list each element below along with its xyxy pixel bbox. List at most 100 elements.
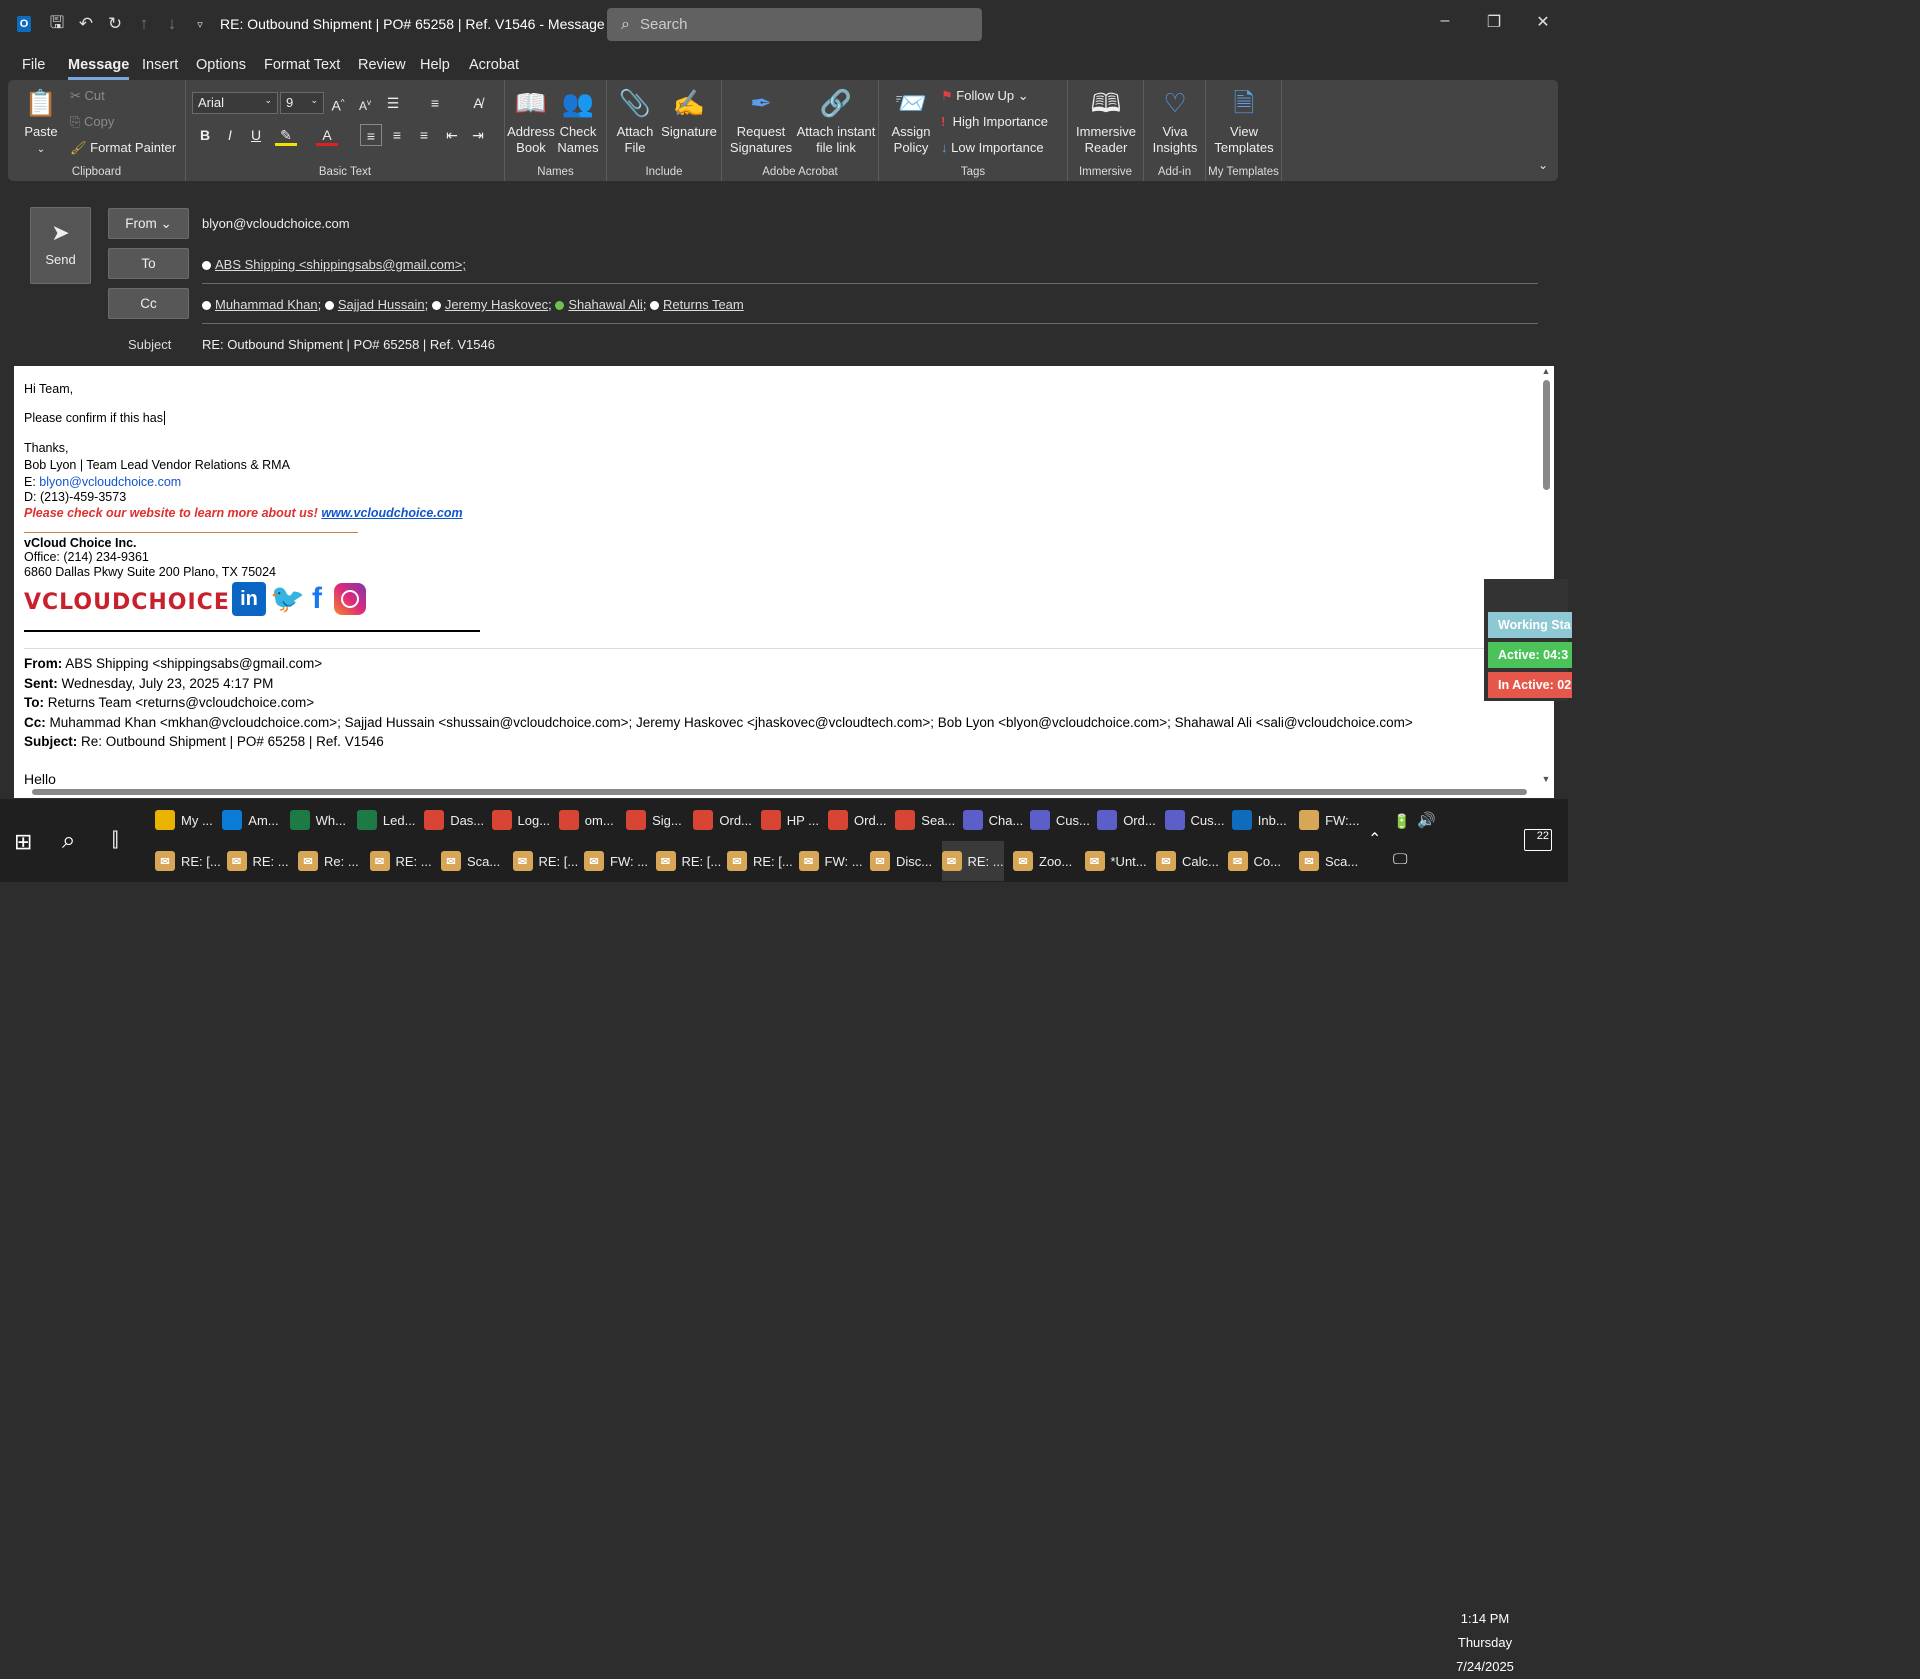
restore-button[interactable]: ❐	[1479, 12, 1509, 36]
signature-email-link[interactable]: blyon@vcloudchoice.com	[39, 475, 181, 489]
paste-button[interactable]: 📋 Paste ⌄	[18, 86, 64, 158]
website-link[interactable]: www.vcloudchoice.com	[321, 506, 462, 520]
numbering-icon[interactable]: ≡	[424, 92, 446, 114]
cc-button[interactable]: Cc	[108, 288, 189, 319]
taskbar-window-button[interactable]: ✉ RE: [...	[512, 841, 578, 881]
increase-indent-icon[interactable]: ⇥	[467, 124, 489, 146]
tab-insert[interactable]: Insert	[142, 57, 178, 73]
taskbar-window-button[interactable]: ✉ Sca...	[1299, 841, 1358, 881]
taskbar-window-button[interactable]: ✉ Sca...	[441, 841, 500, 881]
subject-input[interactable]: RE: Outbound Shipment | PO# 65258 | Ref.…	[202, 337, 495, 352]
taskbar-window-button[interactable]: ✉ *Unt...	[1084, 841, 1147, 881]
taskbar-window-button[interactable]: ✉ Re: ...	[298, 841, 359, 881]
battery-icon[interactable]: 🔋	[1393, 813, 1410, 830]
taskbar-app-button[interactable]: My ...	[155, 800, 213, 840]
save-icon[interactable]: 🖫	[45, 12, 69, 36]
horizontal-scrollbar[interactable]	[14, 786, 1554, 798]
taskbar-window-button[interactable]: ✉ Calc...	[1156, 841, 1219, 881]
minimize-button[interactable]: –	[1430, 12, 1460, 36]
close-button[interactable]: ✕	[1528, 12, 1558, 36]
address-book-button[interactable]: 📖 Address Book	[507, 86, 555, 156]
taskbar-app-button[interactable]: Inb...	[1231, 800, 1287, 840]
tab-file[interactable]: File	[22, 57, 45, 73]
taskbar-window-button[interactable]: ✉ Zoo...	[1013, 841, 1072, 881]
system-clock[interactable]: 1:14 PM Thursday 7/24/2025	[1440, 1607, 1530, 1679]
taskbar-window-button[interactable]: ✉ RE: [...	[655, 841, 721, 881]
align-center-icon[interactable]: ≡	[386, 124, 408, 146]
taskbar-window-button[interactable]: ✉ Co...	[1227, 841, 1281, 881]
follow-up-button[interactable]: ⚑ Follow Up ⌄	[941, 88, 1029, 104]
redo-icon[interactable]: ↻	[103, 12, 127, 36]
cc-recipient[interactable]: Muhammad Khan	[215, 297, 318, 312]
viva-insights-button[interactable]: ♡ Viva Insights	[1148, 86, 1202, 156]
taskbar-app-button[interactable]: Cus...	[1029, 800, 1090, 840]
up-arrow-icon[interactable]: ↑	[132, 12, 156, 36]
cc-recipient[interactable]: Jeremy Haskovec	[445, 297, 548, 312]
format-painter-button[interactable]: 🖌 Format Painter	[70, 140, 176, 156]
grow-font-icon[interactable]: A^	[327, 92, 349, 114]
undo-icon[interactable]: ↶	[74, 12, 98, 36]
search-icon[interactable]: ⌕	[62, 827, 75, 855]
search-input[interactable]: ⌕ Search	[607, 8, 982, 41]
from-button[interactable]: From ⌄	[108, 208, 189, 239]
tab-message[interactable]: Message	[68, 57, 130, 80]
linkedin-icon[interactable]: in	[232, 582, 266, 616]
font-size-select[interactable]: 9 ⌄	[280, 92, 324, 114]
view-templates-button[interactable]: 🗎 View Templates	[1210, 86, 1278, 156]
taskbar-app-button[interactable]: Led...	[356, 800, 415, 840]
display-icon[interactable]: 🖵	[1393, 851, 1407, 868]
taskbar-app-button[interactable]: Cha...	[962, 800, 1023, 840]
shrink-font-icon[interactable]: Av	[354, 92, 376, 114]
scroll-thumb[interactable]	[32, 789, 1527, 795]
scroll-up-icon[interactable]: ▲	[1538, 366, 1554, 376]
taskbar-window-button[interactable]: ✉ RE: [...	[155, 841, 221, 881]
low-importance-button[interactable]: ↓ Low Importance	[941, 140, 1044, 155]
request-signatures-button[interactable]: ✒ Request Signatures	[726, 86, 796, 156]
instagram-icon[interactable]	[334, 583, 366, 615]
taskbar-app-button[interactable]: Ord...	[1097, 800, 1156, 840]
font-family-select[interactable]: Arial ⌄	[192, 92, 278, 114]
cc-recipient[interactable]: Sajjad Hussain	[338, 297, 425, 312]
taskbar-app-button[interactable]: Wh...	[289, 800, 346, 840]
clear-formatting-icon[interactable]: A̸	[467, 92, 489, 114]
bold-button[interactable]: B	[194, 124, 216, 146]
tab-format-text[interactable]: Format Text	[264, 57, 340, 73]
cc-recipient[interactable]: Returns Team	[663, 297, 744, 312]
taskbar-app-button[interactable]: Ord...	[828, 800, 887, 840]
taskbar-window-button[interactable]: ✉ RE: ...	[941, 841, 1004, 881]
decrease-indent-icon[interactable]: ⇤	[441, 124, 463, 146]
italic-button[interactable]: I	[219, 124, 241, 146]
attach-file-button[interactable]: 📎 Attach File	[611, 86, 659, 156]
to-button[interactable]: To	[108, 248, 189, 279]
check-names-button[interactable]: 👥 Check Names	[555, 86, 601, 156]
volume-icon[interactable]: 🔊	[1417, 811, 1436, 829]
customize-toolbar-icon[interactable]: ▿	[188, 12, 212, 36]
immersive-reader-button[interactable]: 🕮 Immersive Reader	[1072, 86, 1140, 156]
to-recipient[interactable]: ABS Shipping <shippingsabs@gmail.com>;	[215, 257, 466, 272]
bullets-icon[interactable]: ☰	[382, 92, 404, 114]
align-right-icon[interactable]: ≡	[413, 124, 435, 146]
underline-button[interactable]: U	[245, 124, 267, 146]
vertical-scrollbar[interactable]: ▲ ▼	[1538, 366, 1554, 786]
signature-button[interactable]: ✍ Signature	[659, 86, 719, 140]
highlight-icon[interactable]: ✎	[275, 124, 297, 146]
taskbar-app-button[interactable]: Sig...	[626, 800, 682, 840]
down-arrow-icon[interactable]: ↓	[160, 12, 184, 36]
scroll-thumb[interactable]	[1542, 380, 1550, 490]
copy-button[interactable]: ⎘ Copy	[70, 114, 114, 130]
taskbar-app-button[interactable]: Log...	[491, 800, 550, 840]
taskbar-window-button[interactable]: ✉ FW: ...	[584, 841, 648, 881]
message-body[interactable]: Hi Team, Please confirm if this has Than…	[14, 366, 1538, 786]
to-field[interactable]: ABS Shipping <shippingsabs@gmail.com>;	[202, 257, 466, 272]
attach-instant-link-button[interactable]: 🔗 Attach instant file link	[794, 86, 878, 156]
taskbar-app-button[interactable]: Das...	[424, 800, 484, 840]
notification-icon[interactable]: 22	[1524, 829, 1552, 851]
taskbar-app-button[interactable]: Am...	[222, 800, 279, 840]
taskbar-window-button[interactable]: ✉ FW: ...	[798, 841, 863, 881]
facebook-icon[interactable]: f	[306, 582, 328, 616]
task-view-icon[interactable]: ⫿	[112, 829, 118, 852]
taskbar-window-button[interactable]: ✉ RE: ...	[226, 841, 289, 881]
twitter-icon[interactable]: 🐦	[270, 582, 305, 616]
tab-help[interactable]: Help	[420, 57, 450, 73]
taskbar-window-button[interactable]: ✉ RE: [...	[727, 841, 793, 881]
